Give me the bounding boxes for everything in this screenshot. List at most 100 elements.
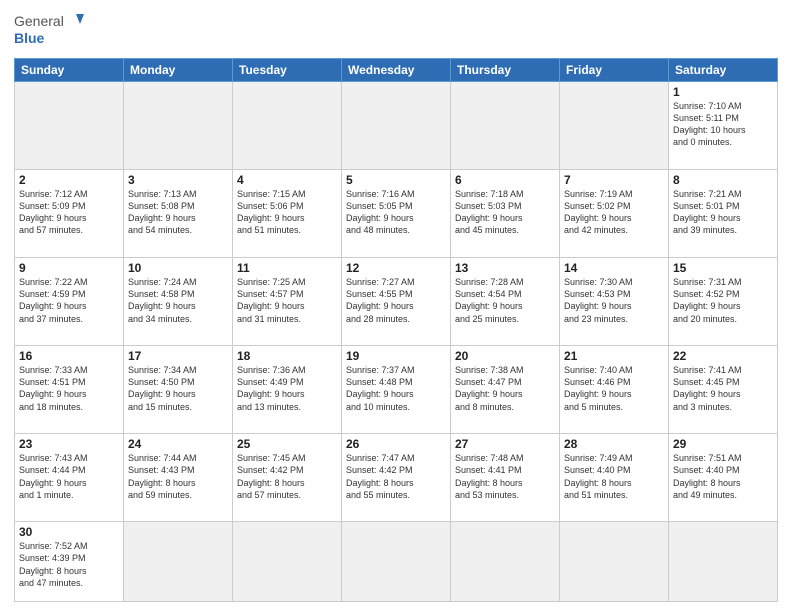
calendar-cell xyxy=(233,522,342,602)
day-info: Sunrise: 7:16 AMSunset: 5:05 PMDaylight:… xyxy=(346,188,446,237)
weekday-header-wednesday: Wednesday xyxy=(342,59,451,82)
day-number: 25 xyxy=(237,437,337,451)
day-info: Sunrise: 7:36 AMSunset: 4:49 PMDaylight:… xyxy=(237,364,337,413)
day-info: Sunrise: 7:38 AMSunset: 4:47 PMDaylight:… xyxy=(455,364,555,413)
day-number: 15 xyxy=(673,261,773,275)
calendar-cell xyxy=(124,522,233,602)
day-info: Sunrise: 7:49 AMSunset: 4:40 PMDaylight:… xyxy=(564,452,664,501)
calendar-cell xyxy=(233,82,342,170)
day-number: 4 xyxy=(237,173,337,187)
calendar-cell: 13Sunrise: 7:28 AMSunset: 4:54 PMDayligh… xyxy=(451,258,560,346)
calendar-cell: 17Sunrise: 7:34 AMSunset: 4:50 PMDayligh… xyxy=(124,346,233,434)
day-number: 6 xyxy=(455,173,555,187)
calendar-cell: 5Sunrise: 7:16 AMSunset: 5:05 PMDaylight… xyxy=(342,170,451,258)
day-number: 13 xyxy=(455,261,555,275)
day-info: Sunrise: 7:33 AMSunset: 4:51 PMDaylight:… xyxy=(19,364,119,413)
calendar-cell xyxy=(669,522,778,602)
calendar-cell: 27Sunrise: 7:48 AMSunset: 4:41 PMDayligh… xyxy=(451,434,560,522)
calendar-cell: 14Sunrise: 7:30 AMSunset: 4:53 PMDayligh… xyxy=(560,258,669,346)
day-number: 5 xyxy=(346,173,446,187)
calendar-cell xyxy=(342,522,451,602)
weekday-header-thursday: Thursday xyxy=(451,59,560,82)
calendar-cell: 24Sunrise: 7:44 AMSunset: 4:43 PMDayligh… xyxy=(124,434,233,522)
calendar-week-row: 1Sunrise: 7:10 AMSunset: 5:11 PMDaylight… xyxy=(15,82,778,170)
calendar-cell: 10Sunrise: 7:24 AMSunset: 4:58 PMDayligh… xyxy=(124,258,233,346)
calendar-cell xyxy=(560,522,669,602)
weekday-header-friday: Friday xyxy=(560,59,669,82)
page: General Blue SundayMondayTuesdayWednesda… xyxy=(0,0,792,612)
day-number: 28 xyxy=(564,437,664,451)
header: General Blue xyxy=(14,10,778,52)
day-info: Sunrise: 7:10 AMSunset: 5:11 PMDaylight:… xyxy=(673,100,773,149)
day-number: 16 xyxy=(19,349,119,363)
calendar-cell: 9Sunrise: 7:22 AMSunset: 4:59 PMDaylight… xyxy=(15,258,124,346)
calendar-cell xyxy=(451,82,560,170)
day-number: 1 xyxy=(673,85,773,99)
calendar-cell: 20Sunrise: 7:38 AMSunset: 4:47 PMDayligh… xyxy=(451,346,560,434)
calendar-cell: 18Sunrise: 7:36 AMSunset: 4:49 PMDayligh… xyxy=(233,346,342,434)
day-number: 3 xyxy=(128,173,228,187)
day-info: Sunrise: 7:45 AMSunset: 4:42 PMDaylight:… xyxy=(237,452,337,501)
day-number: 27 xyxy=(455,437,555,451)
calendar-cell: 3Sunrise: 7:13 AMSunset: 5:08 PMDaylight… xyxy=(124,170,233,258)
day-number: 10 xyxy=(128,261,228,275)
day-number: 21 xyxy=(564,349,664,363)
weekday-header-monday: Monday xyxy=(124,59,233,82)
calendar-cell: 8Sunrise: 7:21 AMSunset: 5:01 PMDaylight… xyxy=(669,170,778,258)
calendar-week-row: 9Sunrise: 7:22 AMSunset: 4:59 PMDaylight… xyxy=(15,258,778,346)
generalblue-logo-icon: General Blue xyxy=(14,10,84,52)
calendar-cell xyxy=(342,82,451,170)
calendar-cell xyxy=(560,82,669,170)
day-number: 29 xyxy=(673,437,773,451)
calendar-cell: 11Sunrise: 7:25 AMSunset: 4:57 PMDayligh… xyxy=(233,258,342,346)
svg-text:Blue: Blue xyxy=(14,30,45,46)
day-info: Sunrise: 7:19 AMSunset: 5:02 PMDaylight:… xyxy=(564,188,664,237)
day-info: Sunrise: 7:13 AMSunset: 5:08 PMDaylight:… xyxy=(128,188,228,237)
calendar-week-row: 16Sunrise: 7:33 AMSunset: 4:51 PMDayligh… xyxy=(15,346,778,434)
calendar-cell: 21Sunrise: 7:40 AMSunset: 4:46 PMDayligh… xyxy=(560,346,669,434)
day-info: Sunrise: 7:27 AMSunset: 4:55 PMDaylight:… xyxy=(346,276,446,325)
calendar-cell: 19Sunrise: 7:37 AMSunset: 4:48 PMDayligh… xyxy=(342,346,451,434)
day-info: Sunrise: 7:12 AMSunset: 5:09 PMDaylight:… xyxy=(19,188,119,237)
calendar-cell: 4Sunrise: 7:15 AMSunset: 5:06 PMDaylight… xyxy=(233,170,342,258)
weekday-header-tuesday: Tuesday xyxy=(233,59,342,82)
day-info: Sunrise: 7:30 AMSunset: 4:53 PMDaylight:… xyxy=(564,276,664,325)
day-info: Sunrise: 7:31 AMSunset: 4:52 PMDaylight:… xyxy=(673,276,773,325)
day-info: Sunrise: 7:48 AMSunset: 4:41 PMDaylight:… xyxy=(455,452,555,501)
day-info: Sunrise: 7:25 AMSunset: 4:57 PMDaylight:… xyxy=(237,276,337,325)
day-number: 22 xyxy=(673,349,773,363)
calendar-cell: 28Sunrise: 7:49 AMSunset: 4:40 PMDayligh… xyxy=(560,434,669,522)
day-number: 24 xyxy=(128,437,228,451)
day-info: Sunrise: 7:15 AMSunset: 5:06 PMDaylight:… xyxy=(237,188,337,237)
calendar-cell xyxy=(15,82,124,170)
day-info: Sunrise: 7:52 AMSunset: 4:39 PMDaylight:… xyxy=(19,540,119,589)
calendar-cell: 22Sunrise: 7:41 AMSunset: 4:45 PMDayligh… xyxy=(669,346,778,434)
calendar-week-row: 23Sunrise: 7:43 AMSunset: 4:44 PMDayligh… xyxy=(15,434,778,522)
day-number: 18 xyxy=(237,349,337,363)
day-info: Sunrise: 7:34 AMSunset: 4:50 PMDaylight:… xyxy=(128,364,228,413)
day-number: 20 xyxy=(455,349,555,363)
calendar-table: SundayMondayTuesdayWednesdayThursdayFrid… xyxy=(14,58,778,602)
day-info: Sunrise: 7:41 AMSunset: 4:45 PMDaylight:… xyxy=(673,364,773,413)
weekday-header-row: SundayMondayTuesdayWednesdayThursdayFrid… xyxy=(15,59,778,82)
day-info: Sunrise: 7:22 AMSunset: 4:59 PMDaylight:… xyxy=(19,276,119,325)
calendar-cell: 15Sunrise: 7:31 AMSunset: 4:52 PMDayligh… xyxy=(669,258,778,346)
day-info: Sunrise: 7:40 AMSunset: 4:46 PMDaylight:… xyxy=(564,364,664,413)
day-number: 17 xyxy=(128,349,228,363)
day-info: Sunrise: 7:47 AMSunset: 4:42 PMDaylight:… xyxy=(346,452,446,501)
weekday-header-saturday: Saturday xyxy=(669,59,778,82)
calendar-cell: 6Sunrise: 7:18 AMSunset: 5:03 PMDaylight… xyxy=(451,170,560,258)
calendar-cell: 16Sunrise: 7:33 AMSunset: 4:51 PMDayligh… xyxy=(15,346,124,434)
day-number: 30 xyxy=(19,525,119,539)
day-number: 8 xyxy=(673,173,773,187)
calendar-cell: 25Sunrise: 7:45 AMSunset: 4:42 PMDayligh… xyxy=(233,434,342,522)
calendar-cell: 1Sunrise: 7:10 AMSunset: 5:11 PMDaylight… xyxy=(669,82,778,170)
day-info: Sunrise: 7:51 AMSunset: 4:40 PMDaylight:… xyxy=(673,452,773,501)
calendar-cell xyxy=(124,82,233,170)
calendar-cell: 23Sunrise: 7:43 AMSunset: 4:44 PMDayligh… xyxy=(15,434,124,522)
day-number: 19 xyxy=(346,349,446,363)
day-number: 2 xyxy=(19,173,119,187)
calendar-week-row: 30Sunrise: 7:52 AMSunset: 4:39 PMDayligh… xyxy=(15,522,778,602)
day-info: Sunrise: 7:44 AMSunset: 4:43 PMDaylight:… xyxy=(128,452,228,501)
calendar-cell: 26Sunrise: 7:47 AMSunset: 4:42 PMDayligh… xyxy=(342,434,451,522)
